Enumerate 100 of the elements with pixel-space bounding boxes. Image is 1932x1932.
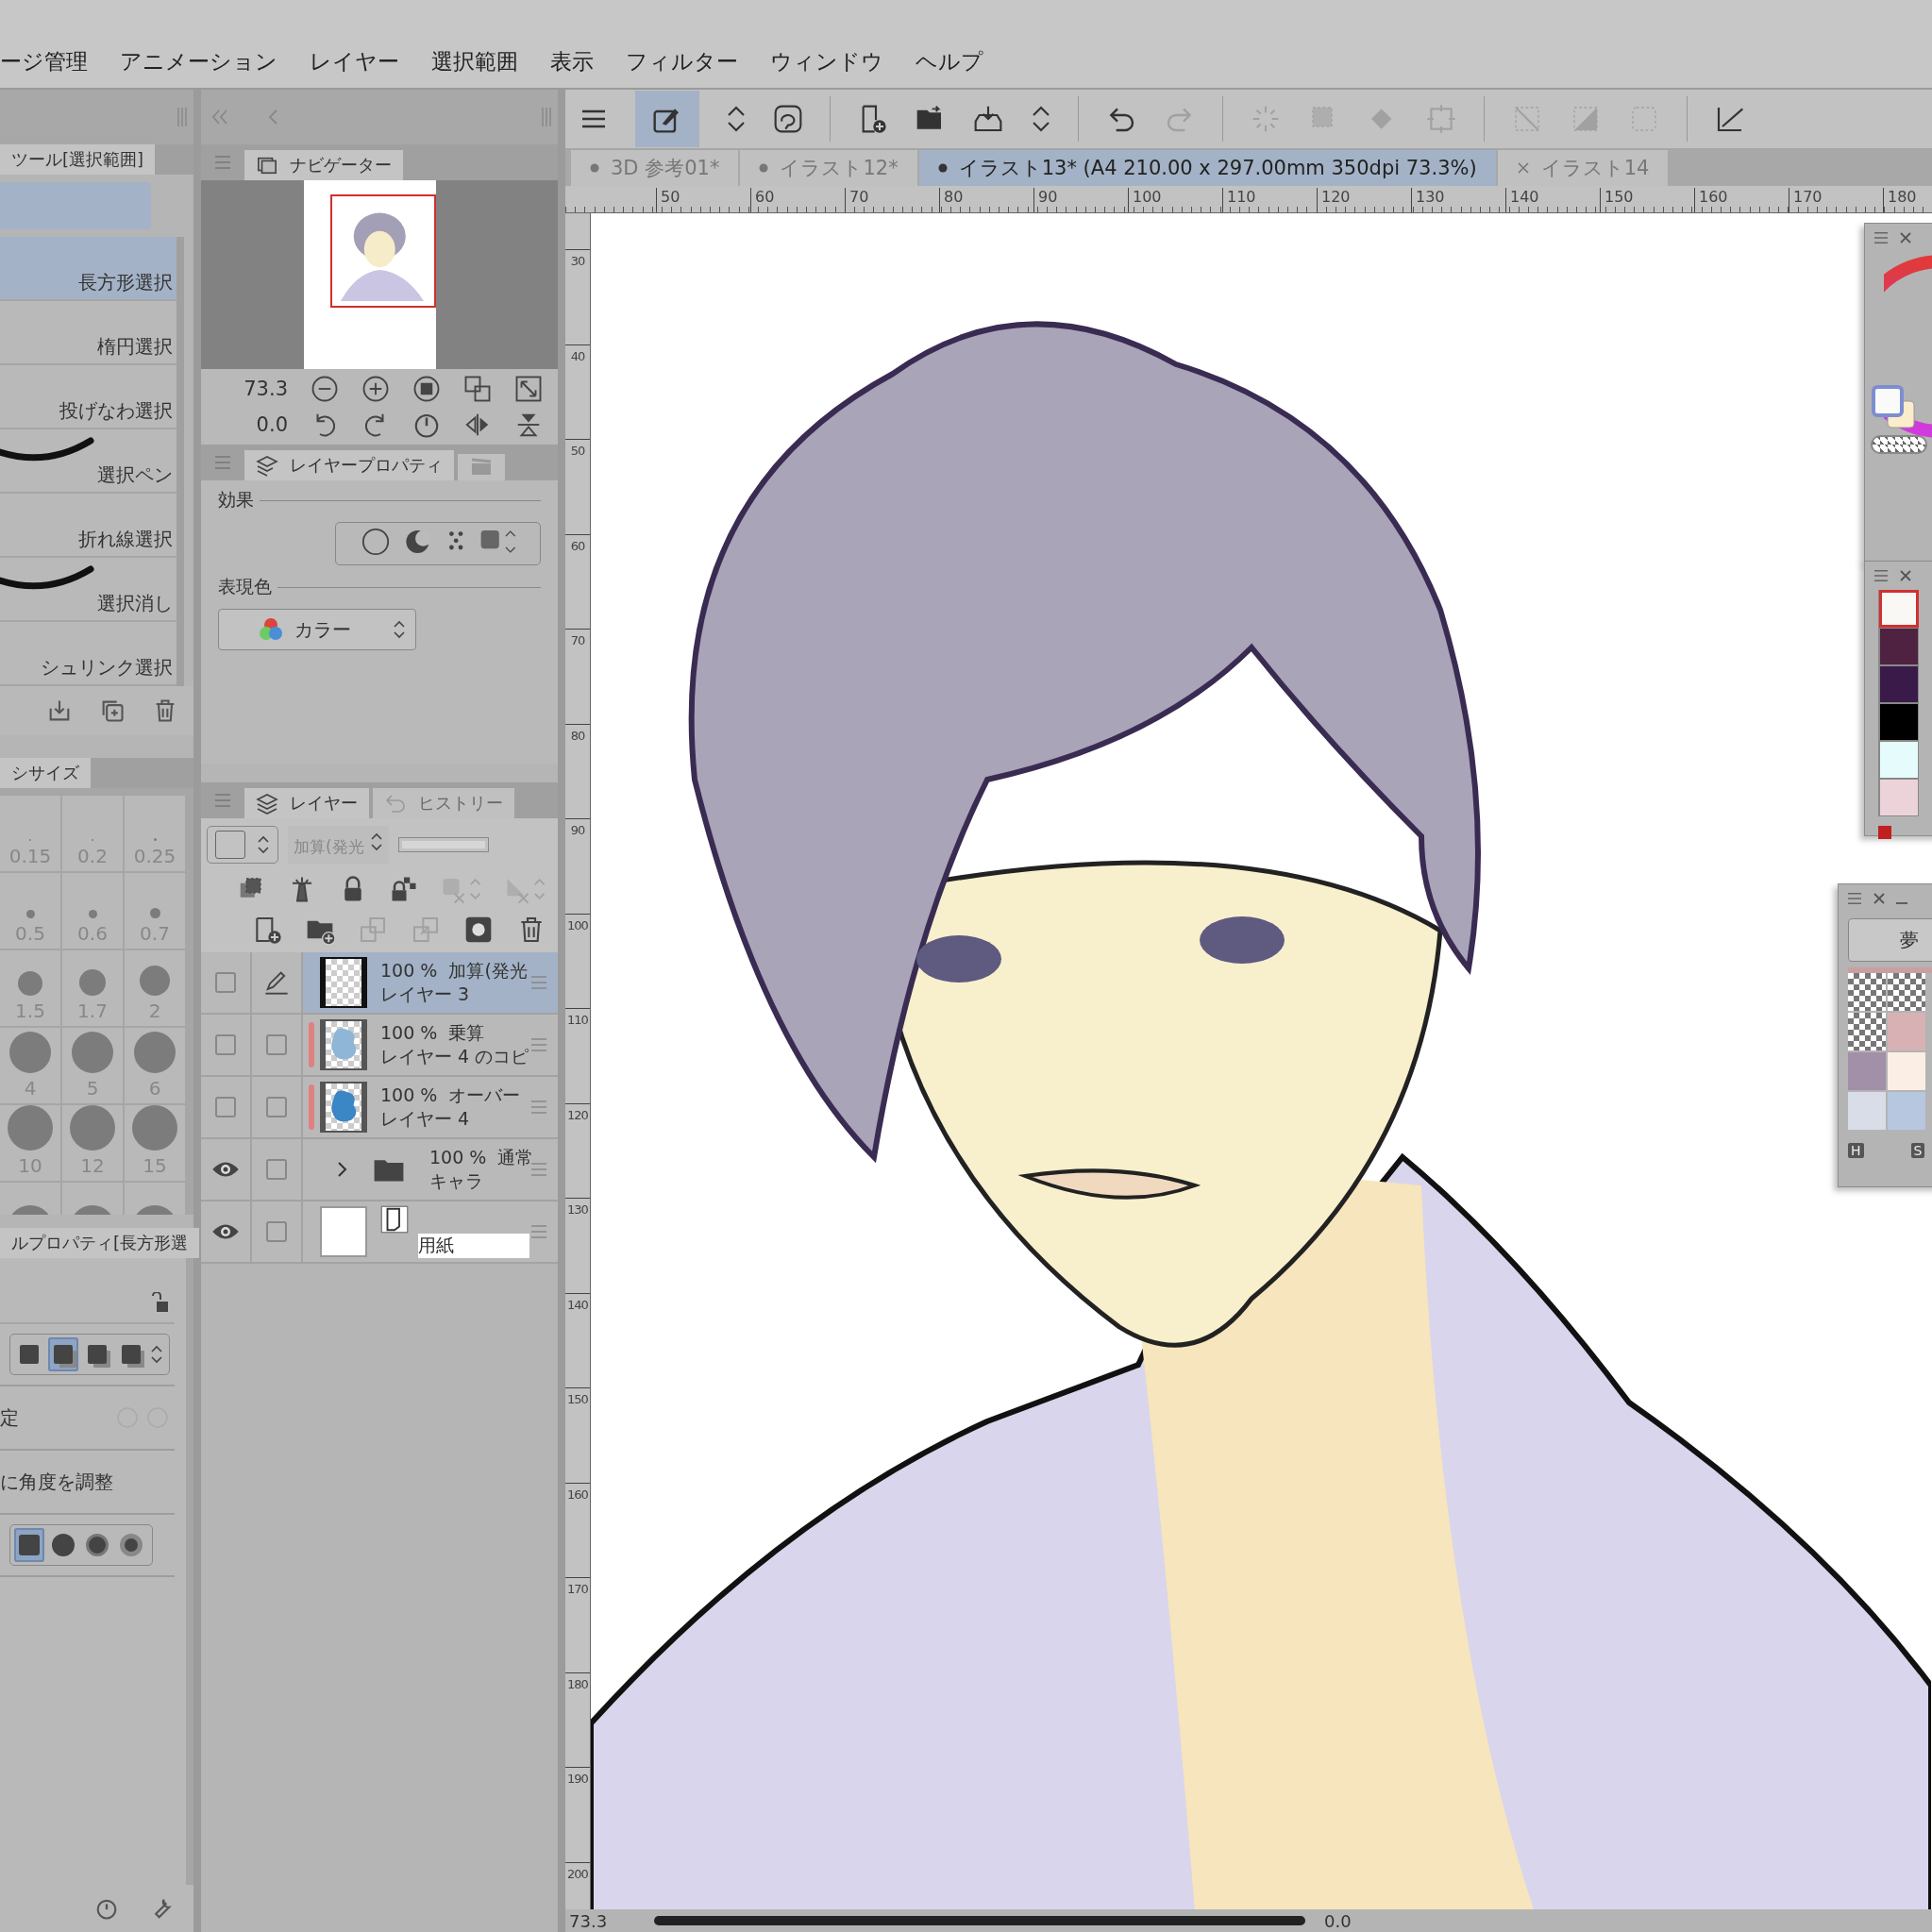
updown-icon[interactable] bbox=[726, 104, 747, 134]
color-swatch[interactable] bbox=[1888, 1092, 1925, 1130]
close-icon[interactable] bbox=[1516, 161, 1530, 175]
fit-icon[interactable] bbox=[463, 375, 492, 403]
color-swatch[interactable] bbox=[1879, 665, 1919, 703]
sub-tool-item[interactable]: 楕円選択 bbox=[0, 301, 176, 365]
selection-mode-button[interactable] bbox=[48, 1337, 78, 1371]
panel-tab[interactable]: レイヤー bbox=[244, 788, 369, 818]
grip-icon[interactable] bbox=[176, 106, 188, 128]
expression-color-dropdown[interactable]: カラー bbox=[218, 609, 416, 650]
grip-icon[interactable] bbox=[541, 106, 552, 128]
lasso-icon[interactable] bbox=[773, 104, 803, 134]
scroll-bar[interactable] bbox=[654, 1916, 1305, 1925]
color-swatch[interactable] bbox=[1888, 1052, 1925, 1090]
color-swatch[interactable] bbox=[1848, 1092, 1886, 1130]
sub-tool-item[interactable]: シュリンク選択 bbox=[0, 622, 176, 686]
save-icon[interactable] bbox=[972, 104, 1004, 134]
eye-icon[interactable] bbox=[211, 1160, 240, 1179]
menu-item[interactable]: ヘルプ bbox=[916, 47, 983, 76]
sub-tool-item[interactable]: 折れ線選択 bbox=[0, 494, 176, 558]
visibility-checkbox[interactable] bbox=[215, 1097, 236, 1117]
antialias-selector[interactable] bbox=[9, 1524, 153, 1566]
fill-window-icon[interactable] bbox=[514, 375, 543, 403]
layer-row[interactable]: 100 % 加算(発光 レイヤー 3 bbox=[201, 952, 558, 1015]
color-swatch[interactable] bbox=[1879, 590, 1919, 628]
zoom-out-icon[interactable] bbox=[311, 375, 339, 403]
ruler-label: 50 bbox=[565, 439, 590, 534]
document-tab[interactable]: イラスト13* (A4 210.00 x 297.00mm 350dpi 73.3%) bbox=[918, 150, 1496, 186]
color-swatch[interactable] bbox=[1848, 1013, 1886, 1050]
menu-item[interactable]: 選択範囲 bbox=[431, 47, 518, 76]
panel-menu-icon[interactable] bbox=[1846, 892, 1863, 905]
mask-icon[interactable] bbox=[463, 915, 494, 945]
zoom-value[interactable]: 73.3 bbox=[243, 378, 288, 400]
layer-checkbox[interactable] bbox=[266, 1097, 287, 1117]
sub-tool-item[interactable]: 選択ペン bbox=[0, 429, 176, 494]
lock-transparency-icon[interactable] bbox=[390, 875, 418, 903]
menu-item[interactable]: ウィンドウ bbox=[770, 47, 883, 76]
menu-item[interactable]: フィルター bbox=[626, 47, 738, 76]
layer-property-tab[interactable]: レイヤープロパティ bbox=[244, 450, 454, 480]
effect-selector[interactable] bbox=[335, 522, 541, 565]
color-swatch[interactable] bbox=[1879, 779, 1919, 816]
visibility-checkbox[interactable] bbox=[215, 972, 236, 993]
layer-row[interactable]: 100 % 通常 キャラ bbox=[201, 1139, 558, 1201]
color-swatch[interactable] bbox=[1888, 1013, 1925, 1050]
layer-name: 用紙 bbox=[418, 1234, 529, 1258]
layer-checkbox[interactable] bbox=[266, 1034, 287, 1055]
close-icon[interactable] bbox=[1899, 569, 1912, 582]
color-swatch[interactable] bbox=[1888, 973, 1925, 1011]
menu-item[interactable]: レイヤー bbox=[310, 47, 399, 76]
layer-row[interactable]: 用紙 bbox=[201, 1201, 558, 1264]
transparent-color-button[interactable] bbox=[1871, 435, 1927, 454]
key-badge[interactable]: S bbox=[1910, 1143, 1925, 1158]
panel-tab[interactable]: ルプロパティ[長方形選 bbox=[0, 1228, 200, 1258]
pen-tool-button[interactable] bbox=[635, 91, 699, 147]
panel-menu-icon[interactable] bbox=[1873, 569, 1890, 582]
sub-tool-label: 長方形選択 bbox=[78, 270, 173, 295]
panel-tab[interactable]: ツール[選択範囲] bbox=[0, 144, 156, 175]
main-sub-color-icon[interactable] bbox=[1871, 384, 1918, 431]
ruler-label: 130 bbox=[565, 1198, 590, 1293]
sub-tool-item[interactable]: 長方形選択 bbox=[0, 237, 176, 301]
antialias-option[interactable] bbox=[14, 1528, 44, 1562]
selection-mode-selector[interactable] bbox=[9, 1334, 170, 1375]
color-swatch[interactable] bbox=[1848, 973, 1886, 1011]
color-swatch[interactable] bbox=[1848, 1052, 1886, 1090]
layer-color-selector[interactable] bbox=[207, 826, 278, 864]
sub-tool-label: 選択ペン bbox=[97, 462, 173, 488]
menu-item[interactable]: ージ管理 bbox=[0, 47, 88, 76]
layer-checkbox[interactable] bbox=[266, 1221, 287, 1242]
sub-tool-item[interactable]: 選択消し bbox=[0, 558, 176, 622]
ruler-label: 90 bbox=[1033, 188, 1128, 212]
navigator-tab[interactable]: ナビゲーター bbox=[244, 150, 403, 180]
eye-icon[interactable] bbox=[211, 1222, 240, 1241]
sub-tool-item[interactable]: 投げなわ選択 bbox=[0, 365, 176, 429]
rotation-value[interactable]: 0.0 bbox=[243, 413, 288, 436]
zoom-in-icon[interactable] bbox=[361, 375, 390, 403]
zoom-value[interactable]: 73.3 bbox=[565, 1910, 635, 1931]
close-icon[interactable] bbox=[1899, 231, 1912, 244]
opacity-slider[interactable] bbox=[397, 837, 489, 852]
visibility-checkbox[interactable] bbox=[215, 1034, 236, 1055]
updown-icon[interactable] bbox=[1031, 104, 1051, 134]
color-wheel[interactable] bbox=[1884, 252, 1932, 441]
layer-checkbox[interactable] bbox=[266, 1159, 287, 1180]
color-swatch[interactable] bbox=[1879, 741, 1919, 779]
close-icon[interactable] bbox=[1873, 892, 1886, 905]
rotation-value[interactable]: 0.0 bbox=[1324, 1910, 1352, 1931]
panel-menu-icon[interactable] bbox=[1873, 231, 1890, 244]
brush-stroke-icon bbox=[0, 563, 94, 592]
menu-item[interactable]: 表示 bbox=[550, 47, 594, 76]
layer-row[interactable]: 100 % 乗算 レイヤー 4 のコピ bbox=[201, 1015, 558, 1077]
up-down-icon[interactable] bbox=[150, 1344, 163, 1365]
color-swatch[interactable] bbox=[1879, 628, 1919, 665]
color-swatch[interactable] bbox=[1879, 703, 1919, 741]
palette-selector[interactable]: 夢 bbox=[1848, 918, 1932, 962]
actual-size-icon[interactable] bbox=[412, 375, 441, 403]
navigator-preview[interactable] bbox=[201, 180, 558, 369]
layer-row[interactable]: 100 % オーバー レイヤー 4 bbox=[201, 1077, 558, 1139]
panel-tab[interactable]: シサイズ bbox=[0, 758, 91, 788]
menu-item[interactable]: アニメーション bbox=[120, 47, 277, 76]
key-badge[interactable]: H bbox=[1848, 1143, 1864, 1158]
sub-tool-label: シュリンク選択 bbox=[41, 655, 173, 680]
